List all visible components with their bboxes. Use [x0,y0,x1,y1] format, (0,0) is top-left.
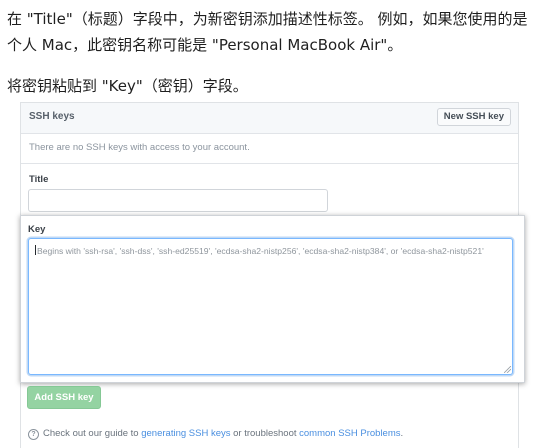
text-caret [35,245,36,255]
key-field-highlight: Key Begins with 'ssh-rsa', 'ssh-dss', 's… [20,215,525,383]
new-ssh-key-button[interactable]: New SSH key [436,108,511,126]
instruction-paragraph-key: 将密钥粘贴到 "Key"（密钥）字段。 [7,77,248,95]
instruction-paragraph-title: 在 "Title"（标题）字段中，为新密钥添加描述性标签。 例如，如果您使用的是… [7,6,552,58]
help-suffix: . [400,428,404,439]
key-textarea[interactable]: Begins with 'ssh-rsa', 'ssh-dss', 'ssh-e… [28,238,513,375]
add-ssh-key-button[interactable]: Add SSH key [27,386,101,409]
instruction-line-1: 在 "Title"（标题）字段中，为新密钥添加描述性标签。 例如，如果您使用的是 [7,10,528,28]
help-middle: or troubleshoot [233,428,297,439]
key-placeholder: Begins with 'ssh-rsa', 'ssh-dss', 'ssh-e… [37,246,484,256]
panel-title: SSH keys [29,111,75,122]
help-text: ? Check out our guide to generating SSH k… [28,428,403,440]
divider [21,163,518,164]
title-input[interactable] [28,189,328,212]
panel-header: SSH keys New SSH key [21,103,518,134]
help-prefix: Check out our guide to [43,428,139,439]
generating-ssh-keys-link[interactable]: generating SSH keys [141,428,230,439]
common-ssh-problems-link[interactable]: common SSH Problems [299,428,400,439]
question-circle-icon: ? [28,429,39,440]
empty-keys-message: There are no SSH keys with access to you… [29,142,250,153]
instruction-line-2: 个人 Mac，此密钥名称可能是 "Personal MacBook Air"。 [7,36,403,54]
resize-grip-icon[interactable] [504,366,511,373]
title-label: Title [29,174,49,185]
key-label: Key [28,224,46,235]
